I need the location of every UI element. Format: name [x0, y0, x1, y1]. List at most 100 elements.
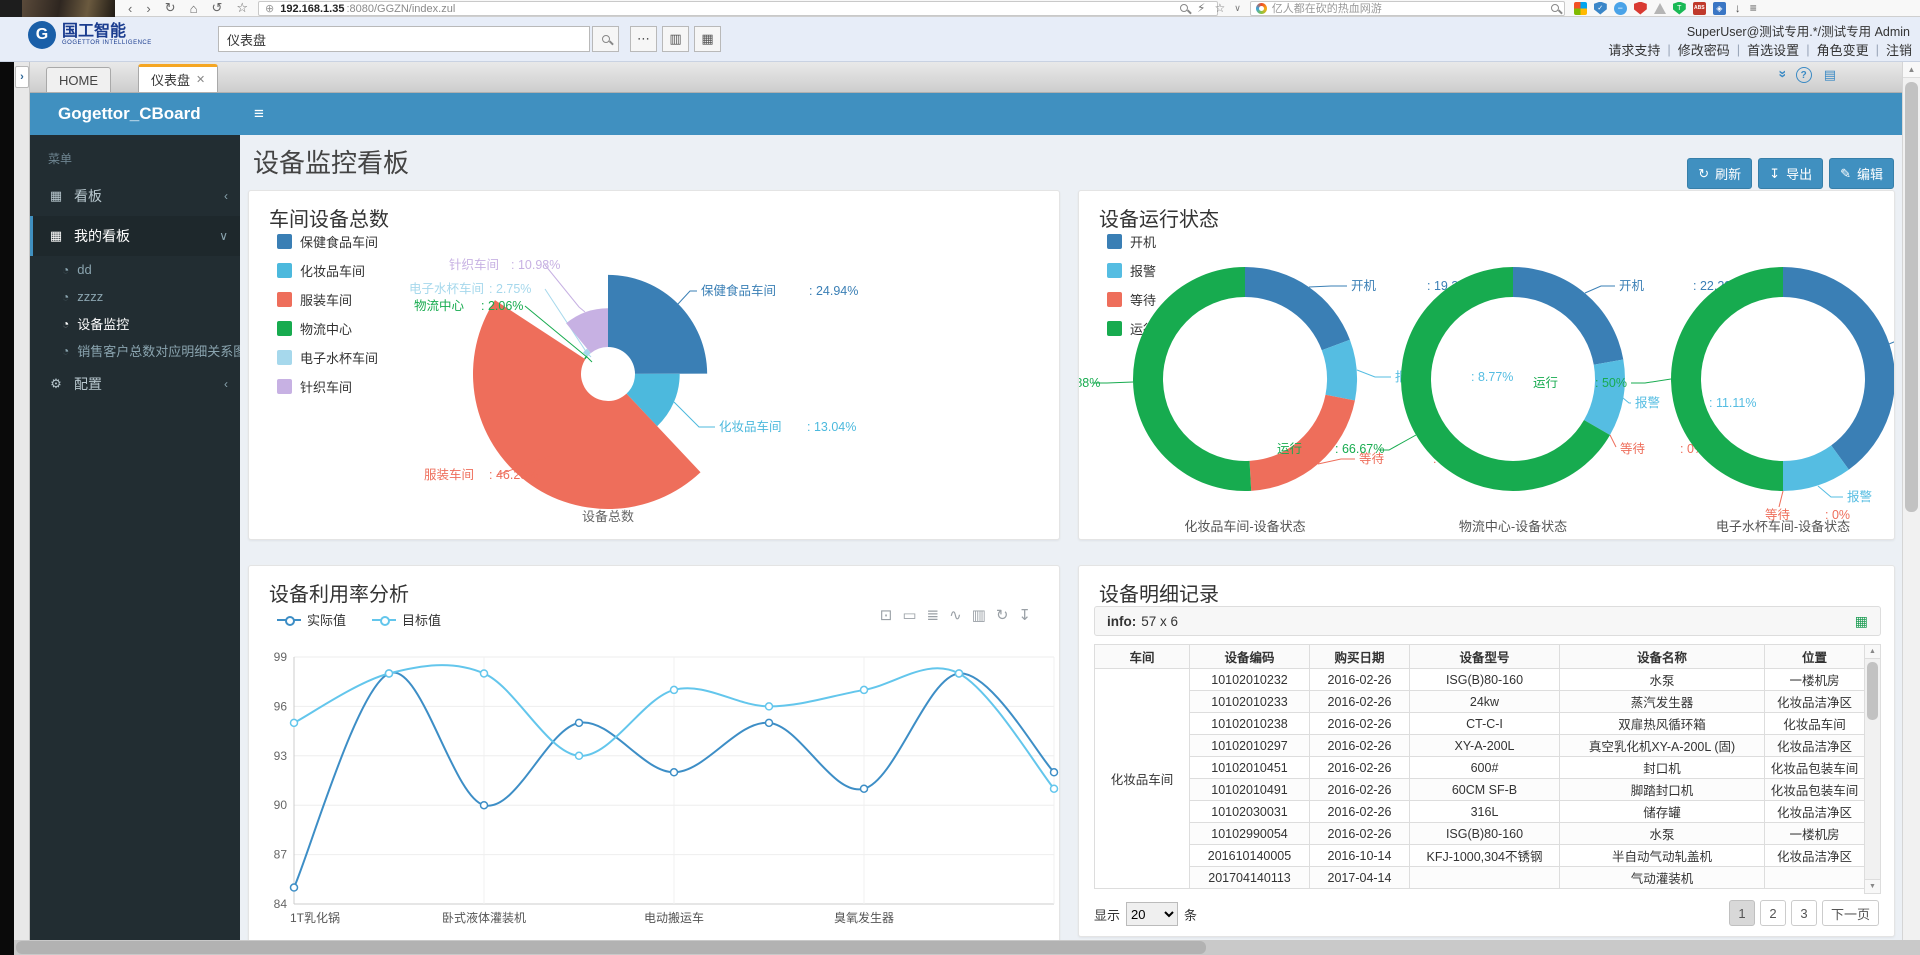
donut-slice-报警[interactable] — [1322, 340, 1357, 401]
data-point[interactable] — [766, 703, 773, 710]
edit-button[interactable]: ✎编辑 — [1829, 158, 1894, 189]
scroll-thumb[interactable] — [1867, 662, 1878, 720]
page-horizontal-scrollbar[interactable] — [14, 940, 1920, 955]
favorite-star-icon[interactable]: ☆ — [1214, 1, 1225, 15]
run-status-charts[interactable]: 开机: 19.3%报警: 8.77%等待: 21.05%运行: 50.88%化妆… — [1079, 231, 1895, 540]
scroll-thumb[interactable] — [1905, 82, 1918, 512]
forward-icon[interactable]: › — [146, 1, 150, 16]
data-point[interactable] — [481, 802, 488, 809]
hamburger-icon[interactable]: ≡ — [254, 104, 264, 124]
header-link[interactable]: 注销 — [1886, 40, 1912, 59]
minus-circle-icon[interactable]: − — [1614, 2, 1627, 15]
scroll-up-icon[interactable]: ▲ — [1903, 62, 1920, 78]
columns-button[interactable]: ▥ — [662, 26, 689, 52]
table-scrollbar[interactable]: ▲ ▼ — [1864, 644, 1881, 894]
line-chart-icon[interactable]: ∿ — [949, 606, 962, 624]
shield-blue-icon[interactable]: ✓ — [1594, 2, 1607, 15]
shield-red-icon[interactable] — [1634, 2, 1647, 15]
column-header-车间[interactable]: 车间 — [1095, 645, 1190, 669]
column-header-设备型号[interactable]: 设备型号 — [1410, 645, 1560, 669]
history-icon[interactable]: ↺ — [211, 0, 222, 16]
close-icon[interactable]: ✕ — [196, 73, 205, 86]
pie-slice-针织车间[interactable] — [566, 308, 608, 353]
table-row[interactable]: 101029900542016-02-26ISG(B)80-160水泵一楼机房 — [1095, 823, 1865, 845]
column-header-设备编码[interactable]: 设备编码 — [1190, 645, 1310, 669]
scroll-thumb[interactable] — [16, 941, 1206, 954]
tab-HOME[interactable]: HOME — [46, 67, 111, 92]
donut-slice-开机[interactable] — [1783, 267, 1895, 470]
tab-仪表盘[interactable]: 仪表盘✕ — [138, 64, 218, 92]
help-icon[interactable]: ? — [1796, 67, 1812, 83]
favorite-icon[interactable]: ☆ — [236, 0, 248, 16]
export-table-icon[interactable]: ▦ — [1855, 613, 1868, 630]
data-point[interactable] — [1051, 785, 1058, 792]
export-button[interactable]: ↧导出 — [1758, 158, 1823, 189]
column-header-购买日期[interactable]: 购买日期 — [1310, 645, 1410, 669]
sidebar-item-我的看板[interactable]: ▦我的看板∨ — [30, 216, 240, 256]
header-link[interactable]: 修改密码 — [1678, 40, 1730, 59]
utilization-chart[interactable]: 8487909396991T乳化锅卧式液体灌装机电动搬运车臭氧发生器 — [249, 644, 1060, 940]
address-bar[interactable]: ⊕ 192.168.1.35:8080/GGZN/index.zul — [258, 1, 1218, 16]
bar-chart-icon[interactable]: ▥ — [972, 606, 986, 624]
column-header-位置[interactable]: 位置 — [1765, 645, 1865, 669]
data-point[interactable] — [861, 686, 868, 693]
table-row[interactable]: 2017041401132017-04-14气动灌装机 — [1095, 867, 1865, 889]
table-row[interactable]: 101020104912016-02-2660CM SF-B脚踏封口机化妆品包装… — [1095, 779, 1865, 801]
table-row[interactable]: 101020300312016-02-26316L储存罐化妆品洁净区 — [1095, 801, 1865, 823]
data-point[interactable] — [956, 670, 963, 677]
sidebar-brand[interactable]: Gogettor_CBoard — [30, 93, 240, 135]
data-point[interactable] — [291, 884, 298, 891]
home-icon[interactable]: ⌂ — [190, 1, 198, 16]
data-point[interactable] — [1051, 769, 1058, 776]
table-row[interactable]: 2016101400052016-10-14KFJ-1000,304不锈钢半自动… — [1095, 845, 1865, 867]
page-vertical-scrollbar[interactable]: ▲ — [1902, 62, 1920, 940]
table-row[interactable]: 101020102332016-02-2624kw蒸汽发生器化妆品洁净区 — [1095, 691, 1865, 713]
header-link[interactable]: 角色变更 — [1817, 40, 1869, 59]
next-page-button[interactable]: 下一页 — [1822, 900, 1879, 926]
sidebar-subitem-设备监控[interactable]: ◔设备监控 — [30, 310, 240, 337]
save-image-icon[interactable]: ↧ — [1018, 606, 1031, 624]
data-point[interactable] — [291, 719, 298, 726]
sidebar-subitem-dd[interactable]: ◔dd — [30, 256, 240, 283]
column-header-设备名称[interactable]: 设备名称 — [1560, 645, 1765, 669]
data-point[interactable] — [671, 686, 678, 693]
refresh-icon[interactable]: ↻ — [165, 0, 176, 16]
sidebar-subitem-zzzz[interactable]: ◔zzzz — [30, 283, 240, 310]
refresh-button[interactable]: ↻刷新 — [1687, 158, 1752, 189]
page-button-1[interactable]: 1 — [1729, 900, 1755, 926]
shield-green-icon[interactable]: T — [1673, 2, 1686, 15]
browser-menu-icon[interactable]: ≡ — [1750, 1, 1757, 15]
abs-badge-icon[interactable]: ABS — [1693, 2, 1706, 15]
expand-panel-button[interactable]: › — [15, 66, 29, 88]
zoom-icon[interactable] — [1180, 4, 1188, 12]
apps-grid-icon[interactable] — [1574, 2, 1587, 15]
workshop-total-chart[interactable]: 保健食品车间: 24.94%化妆品车间: 13.04%服装车间: 46.23%物… — [249, 227, 1060, 540]
header-link[interactable]: 首选设置 — [1747, 40, 1799, 59]
dropdown-icon[interactable]: ∨ — [1234, 3, 1241, 14]
browser-tab-thumbnail[interactable] — [22, 0, 115, 17]
more-button[interactable]: ⋯ — [630, 26, 657, 52]
page-button-2[interactable]: 2 — [1760, 900, 1786, 926]
scroll-down-icon[interactable]: ▼ — [1865, 879, 1880, 893]
reader-blue-icon[interactable]: ◈ — [1713, 2, 1726, 15]
qr-grid-button[interactable]: ▦ — [694, 26, 721, 52]
browser-search-box[interactable]: 亿人都在砍的热血网游 — [1250, 1, 1565, 16]
donut-slice-运行[interactable] — [1133, 267, 1251, 491]
download-icon[interactable]: ↓ — [1735, 1, 1741, 15]
collapse-up-icon[interactable]: « — [1773, 72, 1789, 78]
data-point[interactable] — [576, 752, 583, 759]
data-point[interactable] — [861, 785, 868, 792]
sidebar-subitem-销售客户总数对应明细关系图[interactable]: ◔销售客户总数对应明细关系图 — [30, 337, 240, 364]
donut-slice-开机[interactable] — [1245, 267, 1350, 350]
table-row[interactable]: 101020102382016-02-26CT-C-I双扉热风循环箱化妆品车间 — [1095, 713, 1865, 735]
data-point[interactable] — [481, 670, 488, 677]
data-point[interactable] — [766, 719, 773, 726]
donut-slice-开机[interactable] — [1513, 267, 1623, 365]
data-point[interactable] — [671, 769, 678, 776]
pie-slice-保健食品车间[interactable] — [608, 275, 707, 374]
search-icon[interactable] — [1551, 4, 1559, 12]
reset-view-icon[interactable]: ▭ — [902, 606, 916, 624]
flash-icon[interactable]: ⚡ — [1197, 1, 1205, 15]
legend-item-目标值[interactable]: 目标值 — [372, 610, 441, 629]
sidebar-item-配置[interactable]: ⚙配置‹ — [30, 364, 240, 404]
